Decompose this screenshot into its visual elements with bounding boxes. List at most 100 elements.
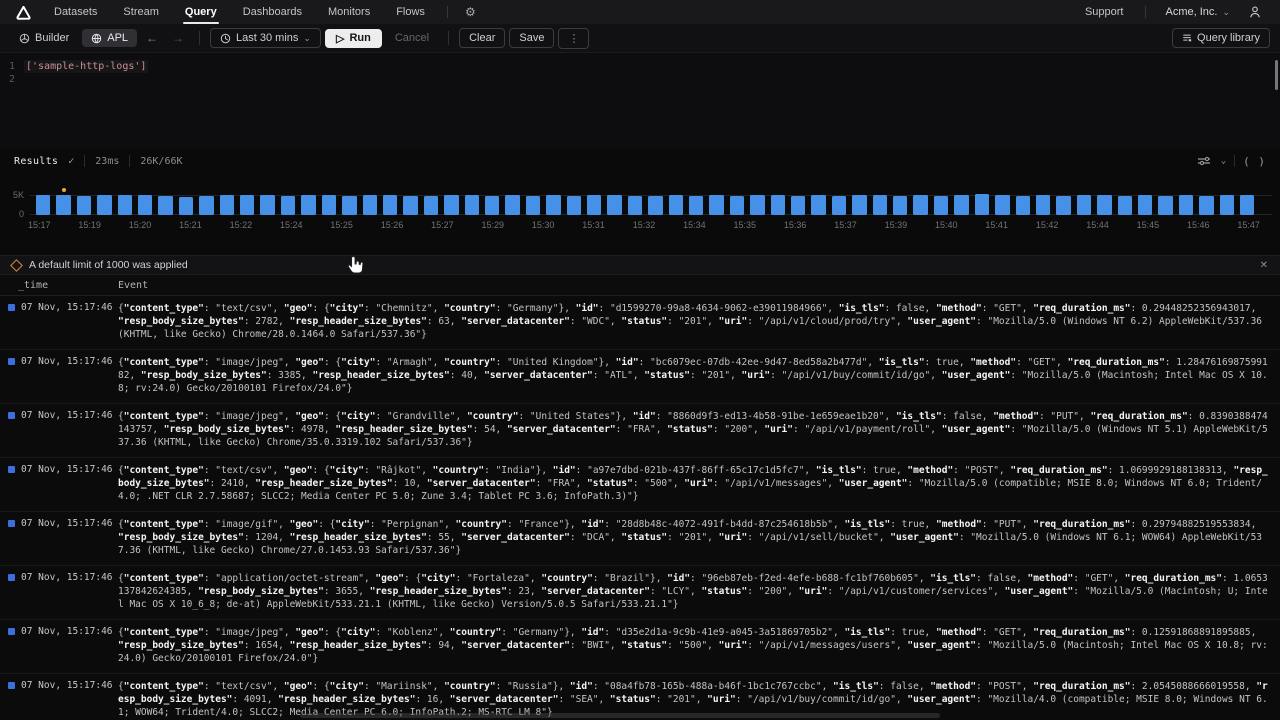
run-query-button[interactable]: ▷ Run — [325, 29, 382, 48]
histogram-bar[interactable] — [220, 195, 234, 215]
histogram-bar[interactable] — [301, 195, 315, 215]
histogram-bar[interactable] — [485, 196, 499, 215]
histogram-bar[interactable] — [1077, 195, 1091, 215]
history-forward-button[interactable]: → — [167, 31, 189, 45]
histogram-bar[interactable] — [1097, 195, 1111, 215]
histogram-bar[interactable] — [179, 197, 193, 215]
histogram-bar[interactable] — [1199, 196, 1213, 215]
histogram-bar[interactable] — [567, 196, 581, 215]
close-notice-icon[interactable]: ✕ — [1258, 260, 1270, 271]
table-row[interactable]: 07 Nov, 15:17:46{"content_type": "image/… — [0, 350, 1280, 404]
histogram-bar[interactable] — [56, 195, 70, 215]
histogram-bar[interactable] — [1056, 196, 1070, 215]
nav-item-monitors[interactable]: Monitors — [315, 0, 383, 24]
histogram-bar[interactable] — [628, 196, 642, 215]
histogram-bar[interactable] — [730, 196, 744, 215]
history-back-button[interactable]: ← — [141, 31, 163, 45]
histogram-bar[interactable] — [771, 195, 785, 215]
query-success-check-icon[interactable]: ✓ — [68, 156, 74, 167]
code-text[interactable] — [24, 73, 28, 86]
editor-scrollbar[interactable] — [1275, 60, 1278, 90]
axiom-logo-icon[interactable] — [16, 5, 31, 20]
histogram-bar[interactable] — [383, 195, 397, 215]
chevron-down-icon[interactable]: ⌄ — [1221, 156, 1226, 166]
histogram-bar[interactable] — [1240, 195, 1254, 215]
apl-toggle-button[interactable]: APL — [82, 29, 137, 47]
histogram-bar[interactable] — [648, 196, 662, 215]
histogram-bar[interactable] — [240, 195, 254, 215]
table-row[interactable]: 07 Nov, 15:17:46{"content_type": "image/… — [0, 404, 1280, 458]
cancel-button[interactable]: Cancel — [386, 29, 438, 47]
histogram-bar[interactable] — [281, 196, 295, 215]
histogram-bar[interactable] — [934, 196, 948, 215]
user-account-icon[interactable] — [1248, 5, 1262, 19]
column-header-event[interactable]: Event — [118, 280, 1280, 291]
table-row[interactable]: 07 Nov, 15:17:46{"content_type": "image/… — [0, 512, 1280, 566]
histogram-bar[interactable] — [995, 195, 1009, 215]
histogram-bar[interactable] — [791, 196, 805, 215]
histogram-bar[interactable] — [1036, 195, 1050, 215]
histogram-bar[interactable] — [97, 195, 111, 215]
histogram-bar[interactable] — [832, 196, 846, 215]
time-range-selector[interactable]: Last 30 mins ⌄ — [210, 28, 321, 48]
histogram-bar[interactable] — [118, 195, 132, 215]
histogram-bar[interactable] — [689, 196, 703, 215]
code-view-toggle-icon[interactable]: ( ) — [1243, 155, 1266, 168]
nav-item-stream[interactable]: Stream — [110, 0, 171, 24]
query-library-button[interactable]: Query library — [1172, 28, 1270, 48]
histogram-bar[interactable] — [138, 195, 152, 215]
nav-item-query[interactable]: Query — [172, 0, 230, 24]
histogram-bar[interactable] — [465, 195, 479, 215]
nav-item-flows[interactable]: Flows — [383, 0, 438, 24]
table-row[interactable]: 07 Nov, 15:17:46{"content_type": "applic… — [0, 566, 1280, 620]
histogram-bar[interactable] — [1118, 196, 1132, 215]
histogram-bar[interactable] — [893, 196, 907, 215]
histogram-bar[interactable] — [444, 195, 458, 215]
histogram-bar[interactable] — [546, 195, 560, 215]
histogram-bar[interactable] — [1138, 195, 1152, 215]
more-options-button[interactable]: ⋮ — [558, 28, 589, 49]
histogram-bar[interactable] — [199, 196, 213, 215]
histogram-bar[interactable] — [1179, 195, 1193, 215]
histogram-bar[interactable] — [322, 195, 336, 215]
histogram-bar[interactable] — [36, 195, 50, 215]
builder-toggle-button[interactable]: Builder — [10, 29, 78, 47]
histogram-bar[interactable] — [811, 195, 825, 215]
histogram-bar[interactable] — [260, 195, 274, 215]
table-row[interactable]: 07 Nov, 15:17:46{"content_type": "image/… — [0, 620, 1280, 674]
org-switcher[interactable]: Acme, Inc. ⌄ — [1155, 6, 1240, 18]
histogram-bar[interactable] — [77, 196, 91, 215]
histogram-bar[interactable] — [1158, 196, 1172, 215]
histogram-bar[interactable] — [873, 195, 887, 215]
histogram-bar[interactable] — [526, 196, 540, 215]
histogram-bar[interactable] — [342, 196, 356, 215]
chart-options-icon[interactable] — [1197, 155, 1213, 167]
support-link[interactable]: Support — [1072, 0, 1137, 24]
table-row[interactable]: 07 Nov, 15:17:46{"content_type": "text/c… — [0, 296, 1280, 350]
histogram-bar[interactable] — [158, 196, 172, 215]
nav-item-datasets[interactable]: Datasets — [41, 0, 110, 24]
clear-button[interactable]: Clear — [459, 28, 505, 48]
histogram-bar[interactable] — [1016, 196, 1030, 215]
histogram-bar[interactable] — [852, 195, 866, 215]
histogram-bar[interactable] — [913, 195, 927, 215]
histogram-bar[interactable] — [403, 196, 417, 215]
histogram-bar[interactable] — [1220, 195, 1234, 215]
histogram-bar[interactable] — [709, 195, 723, 215]
histogram-bar[interactable] — [669, 195, 683, 215]
histogram-bar[interactable] — [750, 195, 764, 215]
histogram-bar[interactable] — [363, 195, 377, 215]
table-row[interactable]: 07 Nov, 15:17:46{"content_type": "text/c… — [0, 458, 1280, 512]
histogram-bar[interactable] — [424, 196, 438, 215]
nav-item-dashboards[interactable]: Dashboards — [230, 0, 315, 24]
code-text[interactable]: ['sample-http-logs'] — [24, 60, 148, 73]
settings-gear-icon[interactable]: ⚙ — [457, 5, 484, 19]
editor-line[interactable]: 1 ['sample-http-logs'] — [0, 60, 1280, 73]
histogram-bar[interactable] — [975, 194, 989, 215]
save-button[interactable]: Save — [509, 28, 554, 48]
histogram-bar[interactable] — [607, 195, 621, 215]
histogram-bar[interactable] — [954, 195, 968, 215]
histogram-bar[interactable] — [587, 195, 601, 215]
histogram-bar[interactable] — [505, 195, 519, 215]
horizontal-scrollbar[interactable] — [300, 713, 940, 718]
